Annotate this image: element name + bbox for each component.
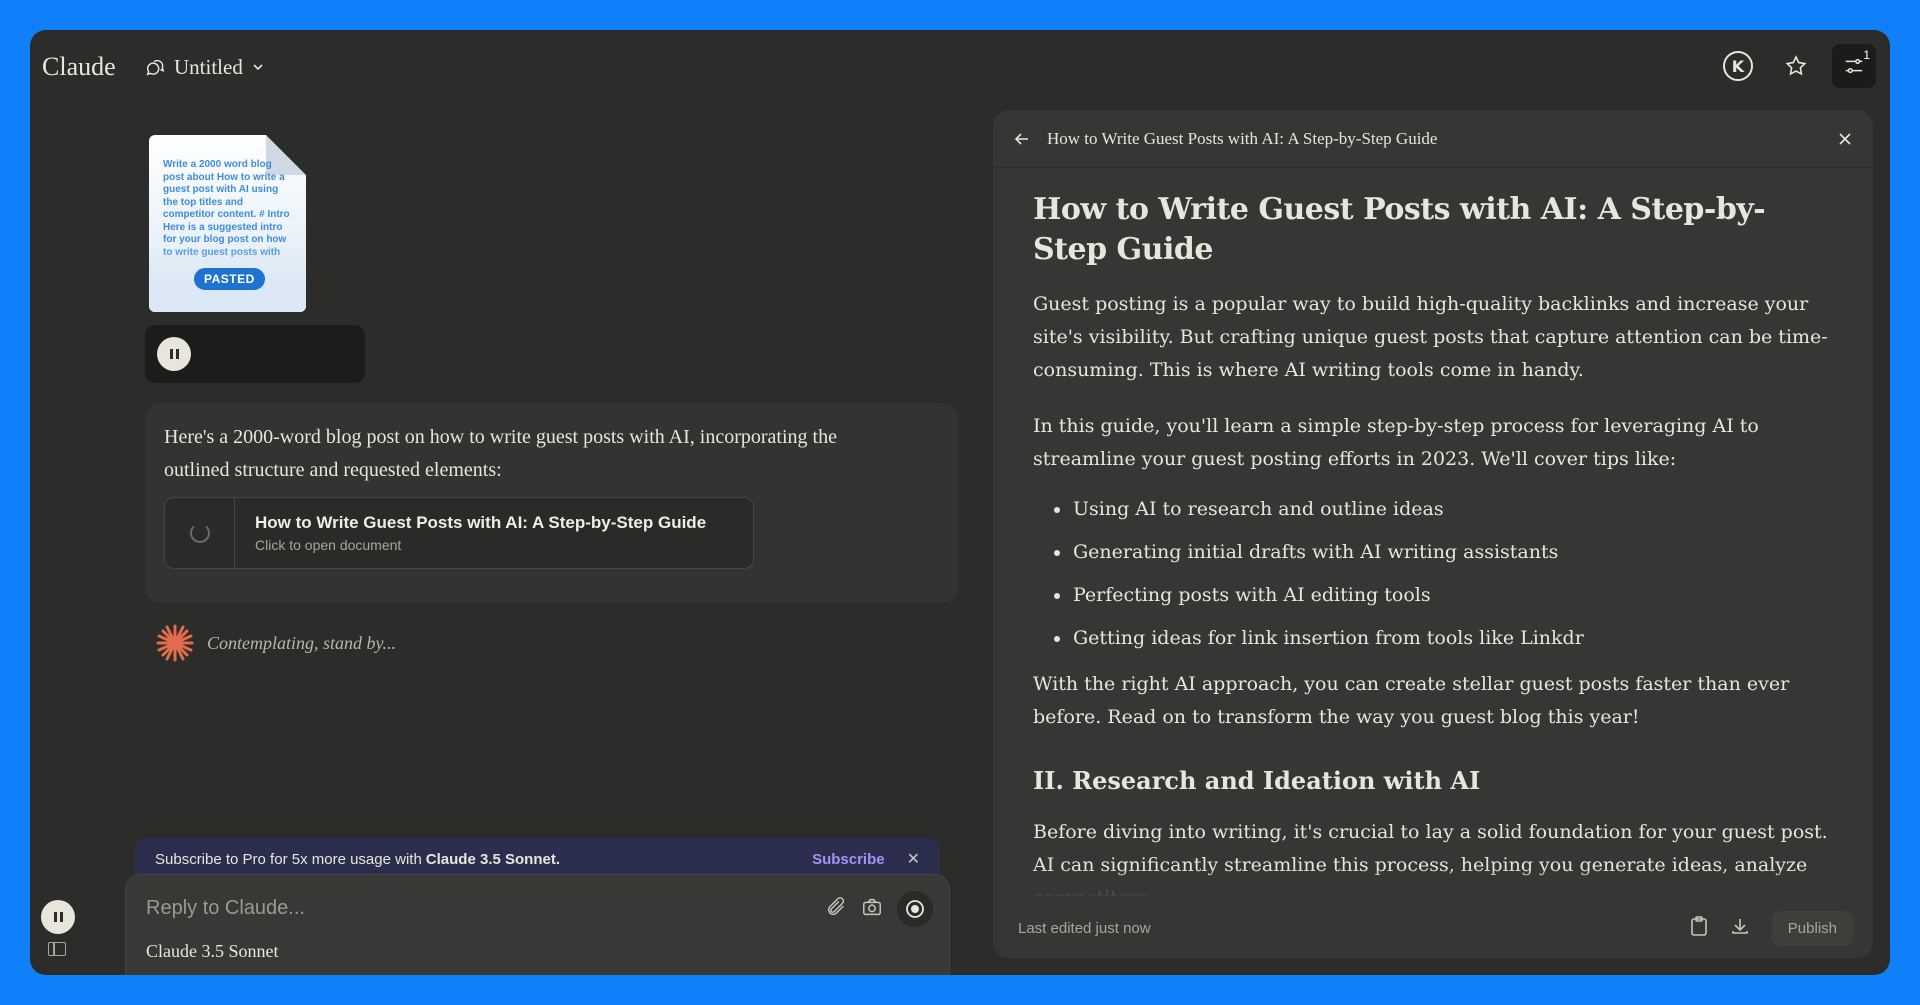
reply-input[interactable] bbox=[146, 893, 746, 923]
loading-spinner-icon bbox=[165, 498, 235, 568]
download-icon[interactable] bbox=[1730, 916, 1750, 940]
camera-icon[interactable] bbox=[861, 896, 883, 923]
thinking-indicator: Contemplating, stand by... bbox=[155, 623, 396, 663]
thinking-text: Contemplating, stand by... bbox=[207, 632, 396, 653]
back-arrow-icon[interactable] bbox=[1013, 130, 1031, 148]
sidebar-toggle-icon[interactable] bbox=[48, 942, 66, 956]
composer: Claude 3.5 Sonnet bbox=[125, 874, 950, 975]
paragraph: In this guide, you'll learn a simple ste… bbox=[1033, 415, 1759, 470]
avatar-icon: K bbox=[1723, 51, 1753, 81]
subscribe-link[interactable]: Subscribe bbox=[812, 851, 885, 868]
list-item: Getting ideas for link insertion from to… bbox=[1033, 625, 1833, 651]
audio-player bbox=[145, 325, 365, 383]
scroll-fade bbox=[993, 868, 1873, 898]
subscribe-text: Subscribe to Pro for 5x more usage with bbox=[155, 850, 422, 868]
artifact-card[interactable]: How to Write Guest Posts with AI: A Step… bbox=[164, 497, 754, 569]
last-edited-status: Last edited just now bbox=[1018, 919, 1151, 937]
brand-logo[interactable]: Claude bbox=[42, 52, 116, 82]
chat-title-dropdown[interactable]: Untitled bbox=[144, 50, 265, 84]
profile-avatar-button[interactable]: K bbox=[1716, 44, 1760, 88]
paragraph: Guest posting is a popular way to build … bbox=[1033, 293, 1828, 381]
claude-starburst-icon bbox=[156, 624, 194, 662]
close-icon[interactable] bbox=[1837, 131, 1853, 147]
pasted-badge: PASTED bbox=[194, 268, 265, 290]
clipboard-icon[interactable] bbox=[1690, 916, 1708, 940]
settings-button[interactable]: 1 bbox=[1832, 44, 1876, 88]
app-window: Claude Untitled K 1 Write a 2000 word bl… bbox=[30, 30, 1890, 975]
publish-button[interactable]: Publish bbox=[1771, 910, 1853, 946]
paperclip-icon[interactable] bbox=[825, 896, 847, 923]
list-item: Generating initial drafts with AI writin… bbox=[1033, 539, 1833, 565]
list-item: Using AI to research and outline ideas bbox=[1033, 496, 1833, 522]
pasted-document[interactable]: Write a 2000 word blog post about How to… bbox=[149, 135, 306, 312]
message-text: Here's a 2000-word blog post on how to w… bbox=[164, 426, 837, 481]
header-actions: K 1 bbox=[1716, 44, 1876, 88]
section-heading: II. Research and Ideation with AI bbox=[1033, 766, 1481, 795]
avatar-letter: K bbox=[1732, 57, 1745, 76]
panel-header: How to Write Guest Posts with AI: A Step… bbox=[993, 110, 1873, 168]
chevron-down-icon bbox=[251, 60, 265, 74]
panel-footer: Last edited just now Publish bbox=[993, 898, 1873, 958]
model-selector[interactable]: Claude 3.5 Sonnet bbox=[146, 941, 279, 962]
document-content: How to Write Guest Posts with AI: A Step… bbox=[1033, 190, 1833, 915]
chat-bubbles-icon bbox=[144, 56, 166, 78]
pause-button[interactable] bbox=[157, 337, 191, 371]
subscribe-model: Claude 3.5 Sonnet. bbox=[425, 850, 560, 868]
settings-badge: 1 bbox=[1863, 48, 1870, 62]
sliders-icon bbox=[1845, 58, 1863, 74]
star-button[interactable] bbox=[1774, 44, 1818, 88]
panel-title: How to Write Guest Posts with AI: A Step… bbox=[1047, 128, 1438, 148]
document-title: How to Write Guest Posts with AI: A Step… bbox=[1033, 192, 1766, 267]
record-icon bbox=[906, 900, 924, 918]
list-item: Perfecting posts with AI editing tools bbox=[1033, 582, 1833, 608]
chat-title: Untitled bbox=[174, 54, 243, 79]
artifact-panel: How to Write Guest Posts with AI: A Step… bbox=[993, 110, 1873, 958]
assistant-message: Here's a 2000-word blog post on how to w… bbox=[145, 403, 958, 603]
record-button[interactable] bbox=[897, 891, 933, 927]
paragraph: With the right AI approach, you can crea… bbox=[1033, 673, 1790, 728]
voice-pause-button[interactable] bbox=[41, 900, 75, 934]
artifact-subtitle: Click to open document bbox=[255, 537, 402, 553]
artifact-title: How to Write Guest Posts with AI: A Step… bbox=[255, 513, 707, 532]
close-icon[interactable]: ✕ bbox=[907, 849, 920, 869]
bullet-list: Using AI to research and outline ideas G… bbox=[1033, 496, 1833, 651]
star-icon bbox=[1785, 55, 1807, 76]
